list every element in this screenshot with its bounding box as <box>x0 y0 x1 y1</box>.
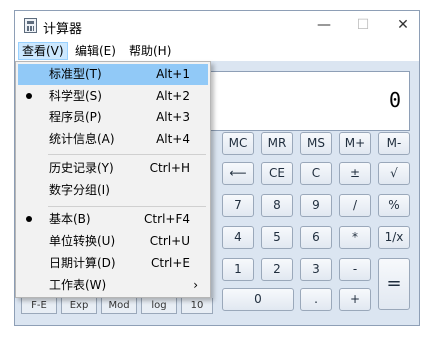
menu-item-shortcut: Alt+3 <box>156 110 190 124</box>
digit-0-button[interactable]: 0 <box>222 288 294 311</box>
reciprocal-button[interactable]: 1/x <box>378 226 410 249</box>
digit-4-button[interactable]: 4 <box>222 226 254 249</box>
close-button[interactable]: ✕ <box>386 11 420 39</box>
sqrt-button[interactable]: √ <box>378 162 410 185</box>
mr-button[interactable]: MR <box>261 132 293 155</box>
view-menu-dropdown: 标准型(T) Alt+1 科学型(S) Alt+2 程序员(P) Alt+3 统… <box>15 61 211 298</box>
menu-item-date-calculation[interactable]: 日期计算(D) Ctrl+E <box>18 253 208 274</box>
submenu-arrow-icon: › <box>193 278 198 292</box>
menu-item-statistics[interactable]: 统计信息(A) Alt+4 <box>18 129 208 150</box>
menu-item-digit-grouping[interactable]: 数字分组(I) <box>18 180 208 201</box>
menu-bar: 查看(V) 编辑(E) 帮助(H) <box>15 41 419 61</box>
menu-item-label: 单位转换(U) <box>49 234 116 248</box>
m-minus-button[interactable]: M- <box>378 132 410 155</box>
log-button[interactable]: log <box>141 298 177 314</box>
minimize-button[interactable]: — <box>307 11 341 39</box>
menu-item-label: 程序员(P) <box>49 110 102 124</box>
menu-item-basic[interactable]: 基本(B) Ctrl+F4 <box>18 209 208 230</box>
menu-item-label: 标准型(T) <box>49 67 102 81</box>
digit-3-button[interactable]: 3 <box>300 258 332 281</box>
equals-button[interactable]: = <box>378 258 410 310</box>
calculator-icon <box>24 18 37 33</box>
menu-item-label: 数字分组(I) <box>49 183 110 197</box>
menu-item-label: 历史记录(Y) <box>49 161 114 175</box>
ms-button[interactable]: MS <box>300 132 332 155</box>
menu-separator <box>48 206 206 207</box>
menu-separator <box>48 154 206 155</box>
menu-item-shortcut: Alt+1 <box>156 67 190 81</box>
backspace-button[interactable]: ⟵ <box>222 162 254 185</box>
menu-item-shortcut: Ctrl+F4 <box>144 212 190 226</box>
menu-item-history[interactable]: 历史记录(Y) Ctrl+H <box>18 158 208 179</box>
digit-7-button[interactable]: 7 <box>222 194 254 217</box>
divide-button[interactable]: / <box>339 194 371 217</box>
maximize-button[interactable]: ☐ <box>346 11 380 39</box>
title-bar: 计算器 — ☐ ✕ <box>15 11 419 41</box>
plus-minus-button[interactable]: ± <box>339 162 371 185</box>
menu-item-standard[interactable]: 标准型(T) Alt+1 <box>18 64 208 85</box>
menu-item-shortcut: Ctrl+U <box>149 234 190 248</box>
menu-item-shortcut: Ctrl+H <box>149 161 190 175</box>
menu-edit[interactable]: 编辑(E) <box>72 42 119 60</box>
digit-9-button[interactable]: 9 <box>300 194 332 217</box>
menu-item-label: 基本(B) <box>49 212 91 226</box>
menu-item-shortcut: Alt+2 <box>156 89 190 103</box>
menu-item-label: 日期计算(D) <box>49 256 116 270</box>
menu-item-label: 工作表(W) <box>49 278 107 292</box>
display-value: 0 <box>388 88 401 112</box>
percent-button[interactable]: % <box>378 194 410 217</box>
menu-help[interactable]: 帮助(H) <box>126 42 174 60</box>
exp-button[interactable]: Exp <box>61 298 97 314</box>
menu-item-label: 科学型(S) <box>49 89 102 103</box>
digit-8-button[interactable]: 8 <box>261 194 293 217</box>
menu-item-label: 统计信息(A) <box>49 132 115 146</box>
ce-button[interactable]: CE <box>261 162 293 185</box>
digit-6-button[interactable]: 6 <box>300 226 332 249</box>
menu-item-shortcut: Ctrl+E <box>151 256 190 270</box>
mod-button[interactable]: Mod <box>101 298 137 314</box>
mc-button[interactable]: MC <box>222 132 254 155</box>
digit-5-button[interactable]: 5 <box>261 226 293 249</box>
digit-2-button[interactable]: 2 <box>261 258 293 281</box>
menu-item-unit-conversion[interactable]: 单位转换(U) Ctrl+U <box>18 231 208 252</box>
add-button[interactable]: + <box>339 288 371 311</box>
fe-button[interactable]: F-E <box>21 298 57 314</box>
menu-item-scientific[interactable]: 科学型(S) Alt+2 <box>18 86 208 107</box>
digit-1-button[interactable]: 1 <box>222 258 254 281</box>
radio-bullet-icon <box>26 216 32 222</box>
decimal-button[interactable]: . <box>300 288 332 311</box>
menu-item-programmer[interactable]: 程序员(P) Alt+3 <box>18 107 208 128</box>
c-button[interactable]: C <box>300 162 332 185</box>
ten-power-button[interactable]: 10 <box>181 298 213 314</box>
radio-bullet-icon <box>26 93 32 99</box>
multiply-button[interactable]: * <box>339 226 371 249</box>
display: 0 <box>200 71 410 131</box>
menu-item-worksheets[interactable]: 工作表(W) › <box>18 275 208 296</box>
window-title: 计算器 <box>43 22 83 37</box>
menu-item-shortcut: Alt+4 <box>156 132 190 146</box>
menu-view[interactable]: 查看(V) <box>18 42 68 60</box>
m-plus-button[interactable]: M+ <box>339 132 371 155</box>
subtract-button[interactable]: - <box>339 258 371 281</box>
